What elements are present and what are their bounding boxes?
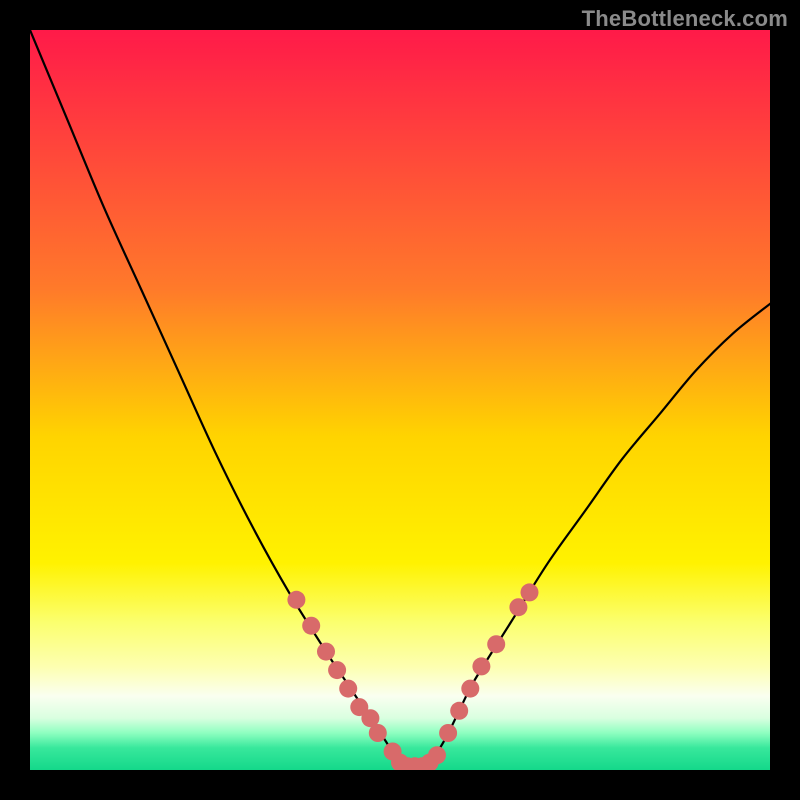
data-marker xyxy=(487,635,505,653)
data-marker xyxy=(461,680,479,698)
gradient-background xyxy=(30,30,770,770)
chart-frame: TheBottleneck.com xyxy=(0,0,800,800)
chart-plot-area xyxy=(30,30,770,770)
data-marker xyxy=(439,724,457,742)
data-marker xyxy=(428,746,446,764)
data-marker xyxy=(521,583,539,601)
data-marker xyxy=(509,598,527,616)
data-marker xyxy=(472,657,490,675)
data-marker xyxy=(317,643,335,661)
chart-svg xyxy=(30,30,770,770)
data-marker xyxy=(302,617,320,635)
data-marker xyxy=(339,680,357,698)
data-marker xyxy=(287,591,305,609)
watermark-text: TheBottleneck.com xyxy=(582,6,788,32)
data-marker xyxy=(328,661,346,679)
data-marker xyxy=(369,724,387,742)
data-marker xyxy=(450,702,468,720)
